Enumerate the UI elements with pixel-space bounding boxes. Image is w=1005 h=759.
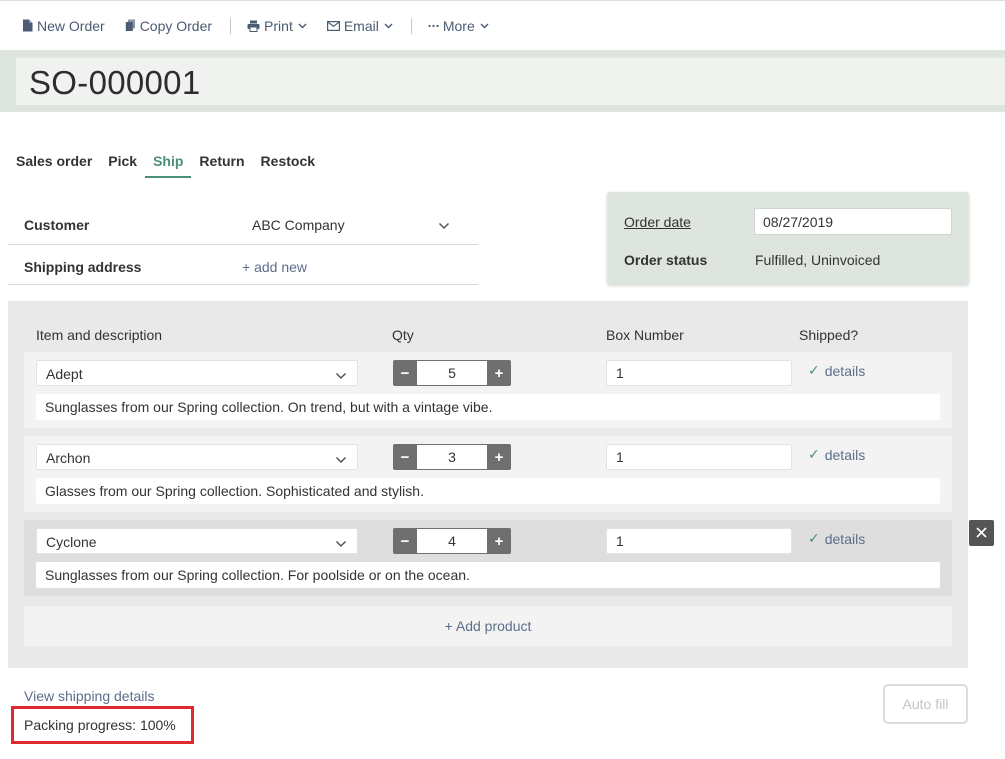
- quantity-stepper: − 4 +: [393, 528, 514, 554]
- order-number-title: SO-000001: [29, 64, 201, 101]
- print-dropdown[interactable]: Print: [247, 18, 307, 34]
- quantity-stepper: − 3 +: [393, 444, 514, 470]
- copy-order-button[interactable]: Copy Order: [125, 18, 212, 34]
- close-icon: [976, 525, 987, 541]
- chevron-down-icon: [480, 23, 489, 29]
- tab-pick[interactable]: Pick: [100, 150, 145, 178]
- title-band: SO-000001: [0, 50, 1005, 112]
- shipping-address-label: Shipping address: [24, 259, 142, 275]
- box-number-input[interactable]: 1: [606, 528, 792, 554]
- product-name: Adept: [46, 366, 83, 382]
- product-name: Archon: [46, 450, 91, 466]
- checkmark-icon: ✓: [808, 362, 820, 378]
- decrement-button[interactable]: −: [393, 360, 417, 386]
- column-header-qty: Qty: [392, 327, 414, 343]
- box-number-input[interactable]: 1: [606, 444, 792, 470]
- email-label: Email: [343, 17, 379, 34]
- order-tabs: Sales order Pick Ship Return Restock: [16, 150, 323, 178]
- quantity-stepper: − 5 +: [393, 360, 514, 386]
- details-label: details: [824, 362, 866, 379]
- item-description[interactable]: Glasses from our Spring collection. Soph…: [36, 478, 940, 504]
- tab-restock[interactable]: Restock: [253, 150, 323, 178]
- order-info-panel: Order date Order status Fulfilled, Uninv…: [607, 192, 969, 285]
- column-header-item: Item and description: [36, 327, 163, 343]
- email-dropdown[interactable]: Email: [326, 17, 393, 34]
- item-row: Archon − 3 + 1 ✓ details Glasses from ou…: [24, 436, 952, 512]
- decrement-button[interactable]: −: [393, 444, 417, 470]
- product-select[interactable]: Adept: [36, 360, 358, 386]
- add-new-address-link[interactable]: + add new: [242, 259, 307, 275]
- shipping-address-row: Shipping address + add new: [8, 245, 478, 285]
- copy-order-label: Copy Order: [139, 17, 213, 34]
- packing-progress-highlight: Packing progress: 100%: [11, 706, 194, 744]
- shipped-details-link[interactable]: ✓ details: [808, 530, 865, 547]
- item-row: Cyclone − 4 + 1 ✓ details Sunglasses fro…: [24, 520, 952, 596]
- remove-item-button[interactable]: [969, 520, 994, 546]
- customer-label: Customer: [24, 217, 90, 233]
- increment-button[interactable]: +: [487, 444, 511, 470]
- document-icon: [22, 19, 33, 32]
- column-header-shipped: Shipped?: [799, 327, 859, 343]
- ellipsis-icon: [428, 24, 439, 28]
- toolbar-divider: [410, 17, 412, 34]
- more-label: More: [442, 17, 475, 34]
- new-order-label: New Order: [37, 17, 105, 34]
- view-shipping-details-link[interactable]: View shipping details: [24, 688, 155, 704]
- checkmark-icon: ✓: [808, 446, 820, 462]
- customer-select[interactable]: ABC Company: [252, 217, 345, 233]
- tab-return[interactable]: Return: [191, 150, 252, 178]
- item-description[interactable]: Sunglasses from our Spring collection. F…: [36, 562, 940, 588]
- chevron-down-icon: [384, 23, 393, 29]
- decrement-button[interactable]: −: [393, 528, 417, 554]
- chevron-down-icon: [298, 23, 307, 29]
- print-label: Print: [264, 17, 293, 34]
- toolbar: New Order Copy Order Print Email More: [0, 0, 1005, 50]
- product-name: Cyclone: [46, 534, 97, 550]
- chevron-down-icon: [335, 367, 347, 383]
- chevron-down-icon: [335, 451, 347, 467]
- chevron-down-icon: [335, 535, 347, 551]
- increment-button[interactable]: +: [487, 360, 511, 386]
- shipped-details-link[interactable]: ✓ details: [808, 446, 865, 463]
- customer-row: Customer ABC Company: [8, 205, 478, 245]
- quantity-value[interactable]: 5: [417, 360, 487, 386]
- shipped-details-link[interactable]: ✓ details: [808, 362, 865, 379]
- increment-button[interactable]: +: [487, 528, 511, 554]
- order-date-input[interactable]: [754, 208, 952, 235]
- order-status-label: Order status: [624, 252, 708, 268]
- items-panel: Item and description Qty Box Number Ship…: [8, 301, 968, 668]
- item-description[interactable]: Sunglasses from our Spring collection. O…: [36, 394, 940, 420]
- quantity-value[interactable]: 4: [417, 528, 487, 554]
- new-order-button[interactable]: New Order: [22, 18, 105, 34]
- box-number-input[interactable]: 1: [606, 360, 792, 386]
- order-date-label[interactable]: Order date: [624, 214, 691, 230]
- checkmark-icon: ✓: [808, 530, 820, 546]
- column-header-box: Box Number: [606, 327, 684, 343]
- tab-ship[interactable]: Ship: [145, 150, 192, 178]
- quantity-value[interactable]: 3: [417, 444, 487, 470]
- chevron-down-icon[interactable]: [438, 217, 450, 233]
- toolbar-divider: [230, 17, 232, 34]
- product-select[interactable]: Cyclone: [36, 528, 358, 554]
- title-container: SO-000001: [16, 57, 1005, 105]
- details-label: details: [824, 530, 866, 547]
- printer-icon: [247, 20, 260, 32]
- order-status-value: Fulfilled, Uninvoiced: [755, 252, 881, 268]
- item-row: Adept − 5 + 1 ✓ details Sunglasses from …: [24, 352, 952, 428]
- copy-icon: [125, 19, 136, 32]
- more-dropdown[interactable]: More: [428, 18, 489, 34]
- product-select[interactable]: Archon: [36, 444, 358, 470]
- auto-fill-button[interactable]: Auto fill: [883, 684, 968, 724]
- tab-sales-order[interactable]: Sales order: [16, 150, 100, 178]
- envelope-icon: [326, 20, 340, 31]
- packing-progress-text: Packing progress: 100%: [24, 717, 176, 733]
- details-label: details: [824, 446, 866, 463]
- add-product-button[interactable]: + Add product: [24, 606, 952, 646]
